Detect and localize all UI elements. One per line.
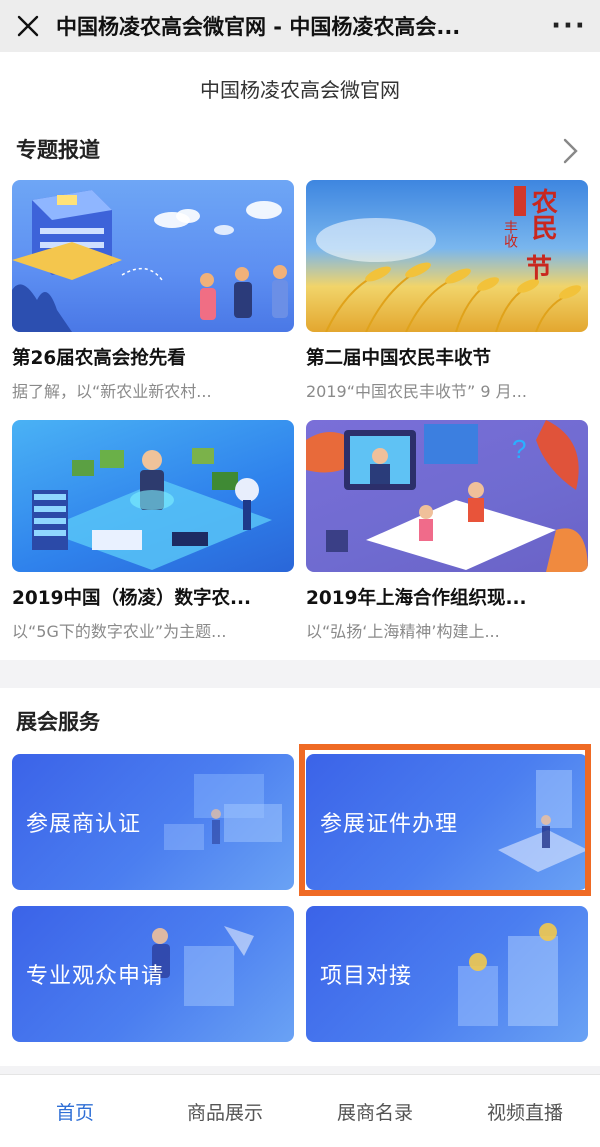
services-section-title: 展会服务 xyxy=(16,710,100,734)
exhibit-pass-label: 参展证件办理 xyxy=(320,812,459,837)
nav-products[interactable]: 商品展示 xyxy=(150,1075,300,1147)
professional-visitor-label: 专业观众申请 xyxy=(26,964,165,989)
card-3-title: 2019中国（杨凌）数字农... xyxy=(12,588,252,609)
harvest-art-text: 农民 xyxy=(527,188,583,240)
nav-exhibitors[interactable]: 展商名录 xyxy=(300,1075,450,1147)
chevron-right-icon[interactable] xyxy=(558,136,582,166)
project-matching-button[interactable]: 项目对接 xyxy=(306,906,588,1042)
card-2-harvest-image: 农民 丰收 节 xyxy=(306,180,588,332)
card-4-illustration: ? xyxy=(306,420,588,572)
topics-section-title: 专题报道 xyxy=(16,138,100,162)
exhibitor-certification-label: 参展商认证 xyxy=(26,812,142,837)
topic-card-1[interactable]: 第26届农高会抢先看 据了解，以“新农业新农村... xyxy=(12,180,294,402)
more-options-button[interactable]: ··· xyxy=(538,0,600,52)
project-matching-label: 项目对接 xyxy=(320,964,413,989)
harvest-art-big: 农民 xyxy=(527,188,558,240)
screens-illustration xyxy=(164,774,282,850)
card-1-title: 第26届农高会抢先看 xyxy=(12,348,186,369)
title-bar: 中国杨凌农高会微官网 - 中国杨凌农高会... ··· xyxy=(0,0,600,52)
card-3-desc: 以“5G下的数字农业”为主题... xyxy=(12,622,227,641)
nav-home[interactable]: 首页 xyxy=(0,1075,150,1147)
topics-section: 专题报道 第26届农高会抢先看 据了解，以“新农业新农村... 农民 丰收 节 … xyxy=(0,124,600,660)
svg-text:?: ? xyxy=(512,434,526,464)
card-1-desc: 据了解，以“新农业新农村... xyxy=(12,382,212,401)
card-4-desc: 以“弘扬‘上海精神’构建上... xyxy=(306,622,500,641)
topic-card-3[interactable]: 2019中国（杨凌）数字农... 以“5G下的数字农业”为主题... xyxy=(12,420,294,642)
harvest-art-small: 丰收 xyxy=(502,220,518,248)
window-title: 中国杨凌农高会微官网 - 中国杨凌农高会... xyxy=(56,15,461,39)
page-title: 中国杨凌农高会微官网 xyxy=(0,52,600,124)
nav-live-video[interactable]: 视频直播 xyxy=(450,1075,600,1147)
card-3-illustration xyxy=(12,420,294,572)
exhibit-pass-application-button[interactable]: 参展证件办理 xyxy=(306,754,588,890)
card-2-title: 第二届中国农民丰收节 xyxy=(306,348,492,369)
harvest-art-jie: 节 xyxy=(526,254,553,284)
card-1-illustration xyxy=(12,180,294,332)
buildings-illustration xyxy=(458,923,558,1026)
professional-visitor-application-button[interactable]: 专业观众申请 xyxy=(12,906,294,1042)
close-button[interactable] xyxy=(0,0,56,52)
services-section: 展会服务 参展商认证 参展证件办理 专业观众申请 项目对接 xyxy=(0,688,600,1066)
close-icon xyxy=(17,15,39,37)
card-4-title: 2019年上海合作组织现... xyxy=(306,588,527,609)
topic-card-4[interactable]: ? 2019年上海合作组织现... 以“弘扬‘上海精神’构建上... xyxy=(306,420,588,642)
card-2-desc: 2019“中国农民丰收节” 9 月... xyxy=(306,382,527,401)
bottom-navigation: 首页 商品展示 展商名录 视频直播 xyxy=(0,1074,600,1147)
topic-card-2[interactable]: 农民 丰收 节 第二届中国农民丰收节 2019“中国农民丰收节” 9 月... xyxy=(306,180,588,402)
exhibitor-certification-button[interactable]: 参展商认证 xyxy=(12,754,294,890)
